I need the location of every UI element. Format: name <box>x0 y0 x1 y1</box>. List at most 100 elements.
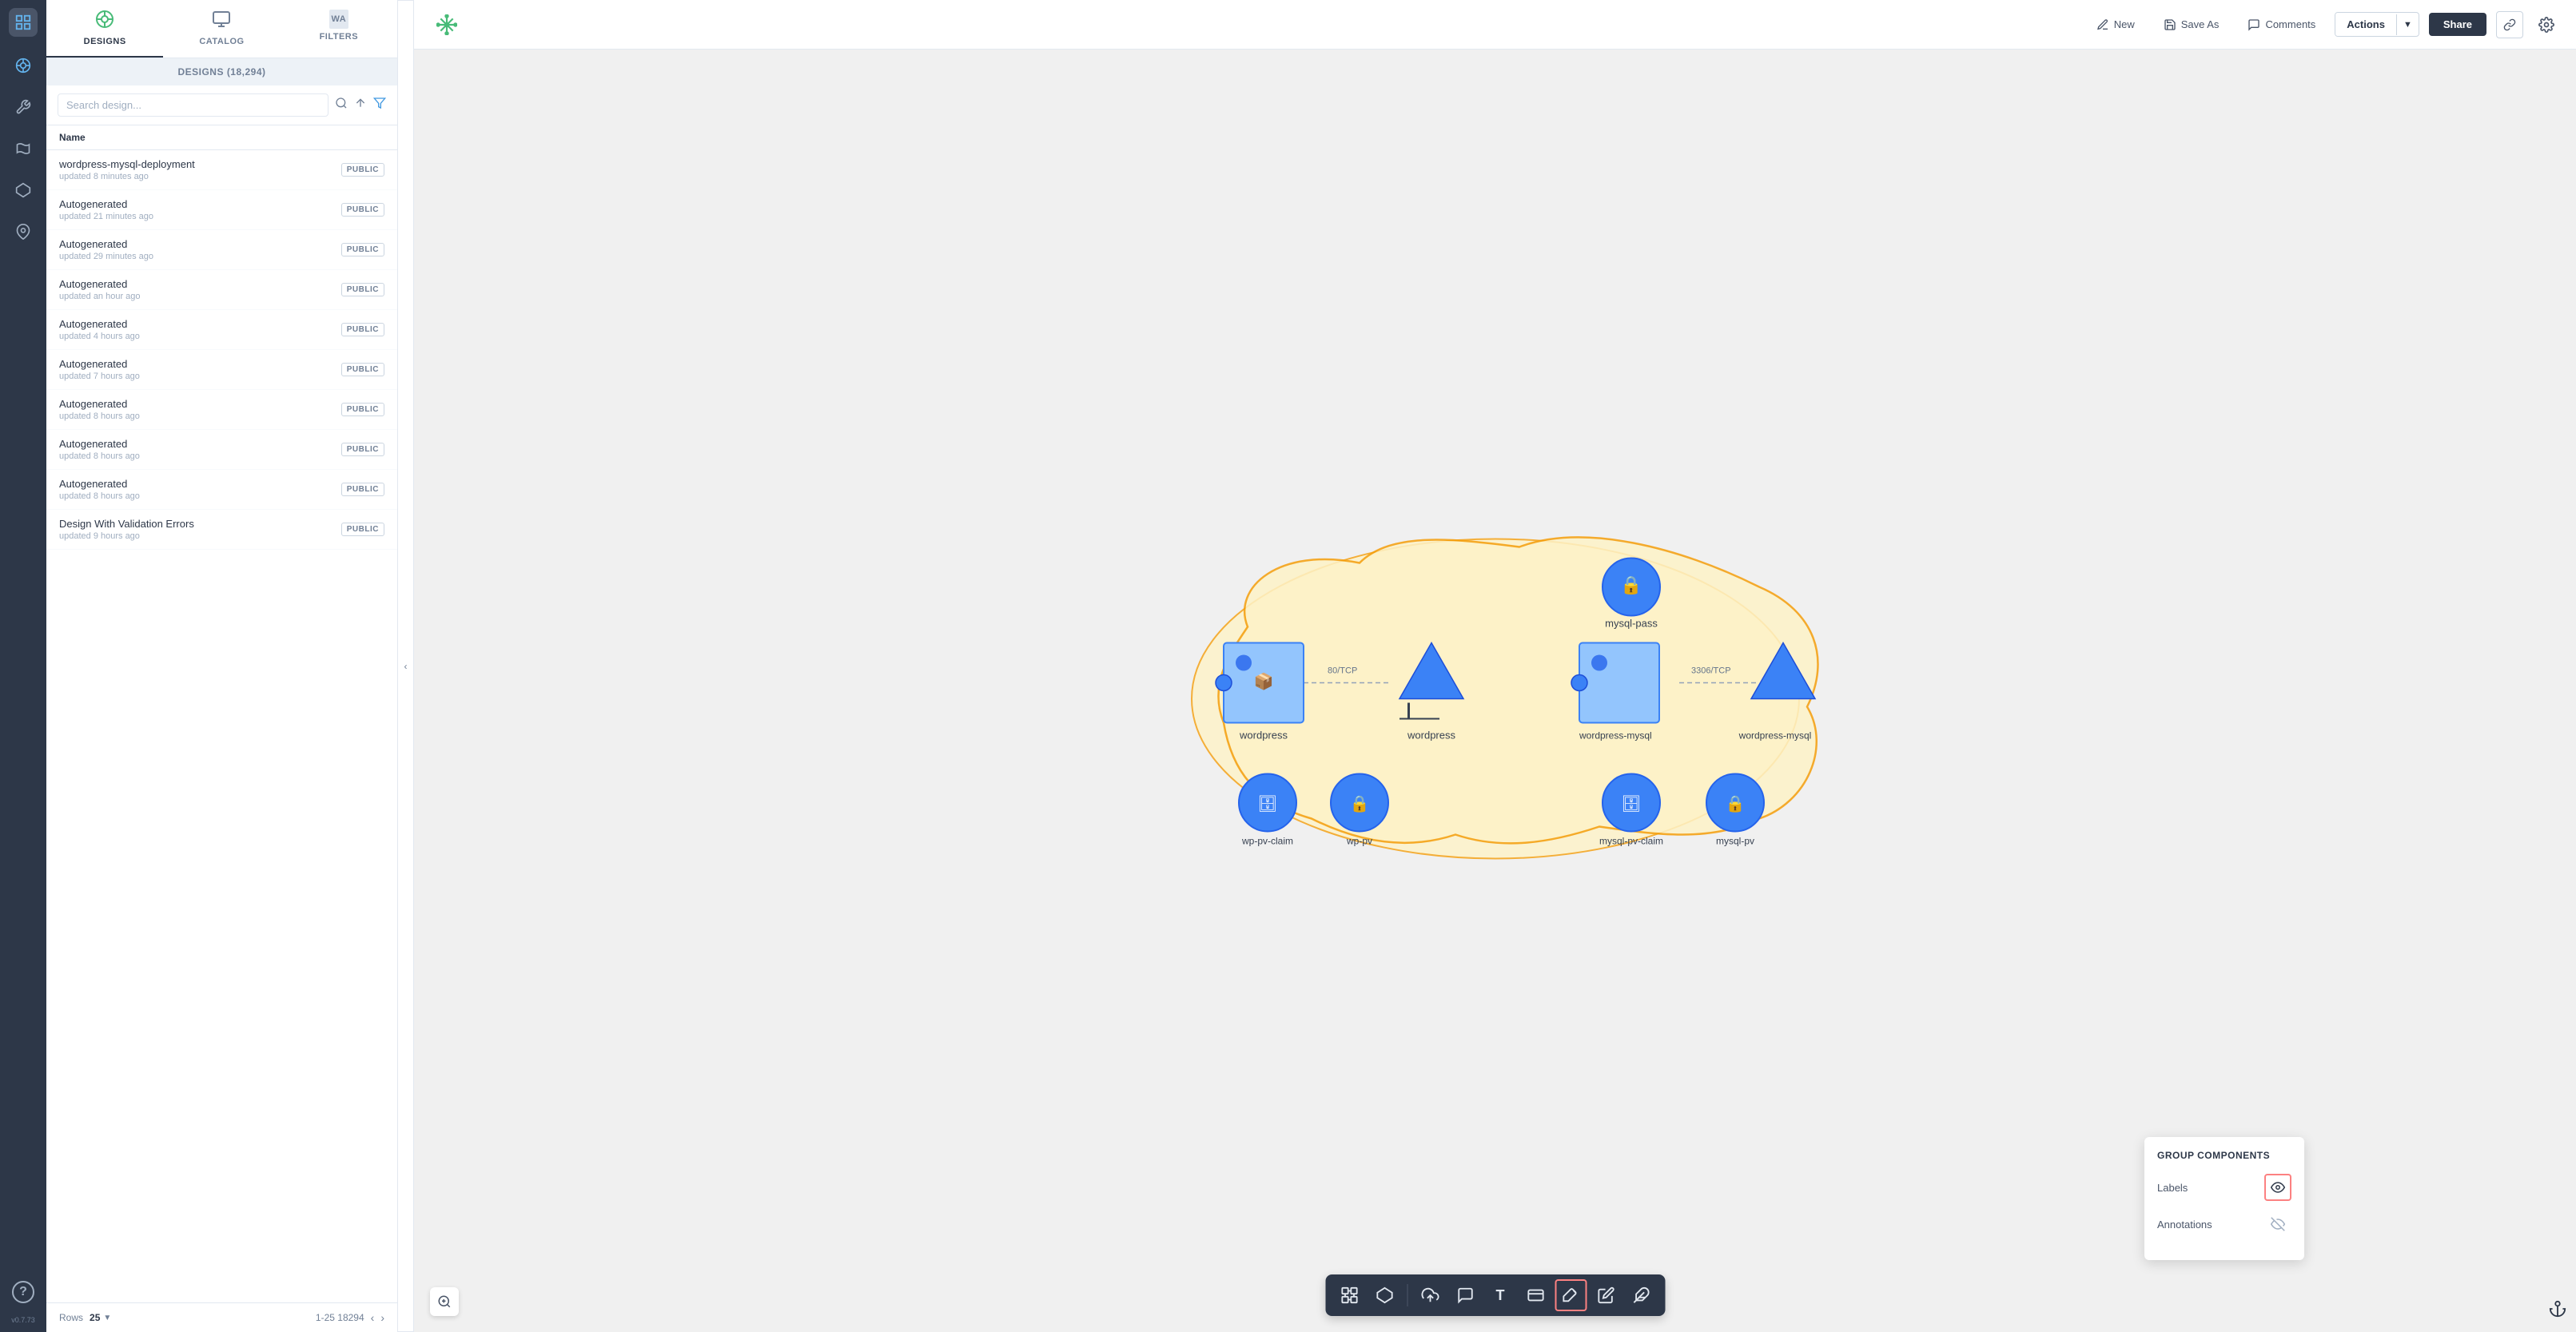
svg-text:🔒: 🔒 <box>1349 796 1369 813</box>
design-name: Autogenerated <box>59 438 140 450</box>
settings-button[interactable] <box>2533 11 2560 38</box>
svg-text:wordpress-mysql: wordpress-mysql <box>1579 730 1652 742</box>
main-area: New Save As Comments Actions ▼ Share <box>414 0 2576 1332</box>
nav-integrations[interactable] <box>10 177 36 203</box>
design-time: updated 7 hours ago <box>59 372 140 381</box>
node-mysql-pass[interactable]: 🔒 mysql-pass <box>1603 559 1660 630</box>
svg-text:wordpress-mysql: wordpress-mysql <box>1738 730 1811 742</box>
design-badge: PUBLIC <box>341 523 384 536</box>
text-tool-btn[interactable]: T <box>1484 1279 1516 1311</box>
card-tool-btn[interactable] <box>1519 1279 1551 1311</box>
sort-icon[interactable] <box>354 97 367 113</box>
save-as-label: Save As <box>2181 18 2220 30</box>
design-name: Autogenerated <box>59 398 140 410</box>
pagination-prev[interactable]: ‹ <box>371 1311 375 1324</box>
svg-text:80/TCP: 80/TCP <box>1328 666 1357 676</box>
list-item[interactable]: Autogenerated updated 7 hours ago PUBLIC <box>46 350 397 390</box>
search-input[interactable] <box>58 93 328 117</box>
nav-help[interactable]: ? <box>12 1281 34 1303</box>
catalog-tab-icon <box>212 10 231 34</box>
annotations-label: Annotations <box>2157 1219 2212 1231</box>
search-icon[interactable] <box>335 97 348 113</box>
panel-footer: Rows 25 ▼ 1-25 18294 ‹ › <box>46 1302 397 1332</box>
design-badge: PUBLIC <box>341 163 384 177</box>
pen-tool-btn[interactable] <box>1625 1279 1657 1311</box>
design-badge: PUBLIC <box>341 363 384 376</box>
edit-tool-btn[interactable] <box>1590 1279 1622 1311</box>
design-name: Autogenerated <box>59 238 153 250</box>
actions-main-button[interactable]: Actions <box>2335 13 2396 36</box>
filter-icon[interactable] <box>373 97 386 113</box>
list-item[interactable]: wordpress-mysql-deployment updated 8 min… <box>46 150 397 190</box>
design-name: Autogenerated <box>59 318 140 330</box>
top-toolbar: New Save As Comments Actions ▼ Share <box>414 0 2576 50</box>
group-panel-labels-row: Labels <box>2157 1174 2291 1201</box>
svg-text:wp-pv: wp-pv <box>1345 836 1372 847</box>
nav-location[interactable] <box>10 219 36 245</box>
logo[interactable] <box>9 8 38 37</box>
new-button[interactable]: New <box>2087 13 2144 37</box>
list-item[interactable]: Autogenerated updated 8 hours ago PUBLIC <box>46 470 397 510</box>
tab-catalog[interactable]: CATALOG <box>163 0 280 58</box>
link-button[interactable] <box>2496 11 2523 38</box>
pagination-range: 1-25 18294 <box>316 1312 364 1323</box>
search-bar <box>46 85 397 125</box>
node-wp-pv-claim[interactable]: 🗄 wp-pv-claim <box>1239 774 1296 847</box>
share-button[interactable]: Share <box>2429 13 2486 36</box>
list-item[interactable]: Autogenerated updated 21 minutes ago PUB… <box>46 190 397 230</box>
list-item[interactable]: Design With Validation Errors updated 9 … <box>46 510 397 550</box>
rows-select[interactable]: Rows 25 ▼ <box>59 1312 111 1323</box>
node-mysql-pv[interactable]: 🔒 mysql-pv <box>1706 774 1764 847</box>
diagram-svg: 80/TCP 3306/TCP 📦 wordpress w <box>1136 50 1855 1332</box>
nav-draw[interactable] <box>10 136 36 161</box>
left-sidebar: ? v0.7.73 <box>0 0 46 1332</box>
tab-catalog-label: CATALOG <box>199 37 244 46</box>
labels-visibility-button[interactable] <box>2264 1174 2291 1201</box>
style-tool-btn[interactable] <box>1555 1279 1587 1311</box>
design-name: Design With Validation Errors <box>59 518 194 530</box>
design-badge: PUBLIC <box>341 443 384 456</box>
design-badge: PUBLIC <box>341 283 384 296</box>
name-column-header: Name <box>46 125 397 150</box>
nav-tools[interactable] <box>10 94 36 120</box>
design-name: Autogenerated <box>59 278 141 290</box>
svg-text:wordpress: wordpress <box>1407 730 1455 742</box>
svg-text:wp-pv-claim: wp-pv-claim <box>1240 836 1292 847</box>
version-label: v0.7.73 <box>11 1316 35 1324</box>
comments-button[interactable]: Comments <box>2238 13 2325 37</box>
snowflake-button[interactable] <box>430 11 464 38</box>
upload-tool-btn[interactable] <box>1414 1279 1446 1311</box>
list-item[interactable]: Autogenerated updated 29 minutes ago PUB… <box>46 230 397 270</box>
design-list: wordpress-mysql-deployment updated 8 min… <box>46 150 397 1302</box>
svg-text:mysql-pv: mysql-pv <box>1715 836 1754 847</box>
rows-dropdown-icon[interactable]: ▼ <box>103 1314 111 1322</box>
list-item[interactable]: Autogenerated updated 4 hours ago PUBLIC <box>46 310 397 350</box>
list-item[interactable]: Autogenerated updated 8 hours ago PUBLIC <box>46 430 397 470</box>
panel-collapse-toggle[interactable]: ‹ <box>398 0 414 1332</box>
canvas-area[interactable]: 80/TCP 3306/TCP 📦 wordpress w <box>414 50 2576 1332</box>
nav-designs[interactable] <box>10 53 36 78</box>
group-panel-title: GROUP COMPONENTS <box>2157 1150 2291 1161</box>
designs-header: DESIGNS (18,294) <box>46 58 397 85</box>
anchor-button[interactable] <box>2549 1300 2566 1322</box>
zoom-control[interactable] <box>430 1287 459 1316</box>
design-name: Autogenerated <box>59 358 140 370</box>
comments-label: Comments <box>2265 18 2315 30</box>
design-time: updated an hour ago <box>59 292 141 301</box>
actions-button-group: Actions ▼ <box>2335 12 2419 37</box>
save-as-button[interactable]: Save As <box>2154 13 2229 37</box>
tab-filters[interactable]: WA FILTERS <box>281 0 397 58</box>
hex-tool-btn[interactable] <box>1368 1279 1400 1311</box>
annotations-visibility-button[interactable] <box>2264 1211 2291 1238</box>
list-item[interactable]: Autogenerated updated 8 hours ago PUBLIC <box>46 390 397 430</box>
node-mysql-pv-claim[interactable]: 🗄 mysql-pv-claim <box>1599 774 1662 847</box>
panel-tabs: DESIGNS CATALOG WA FILTERS <box>46 0 397 58</box>
node-connect-btn[interactable] <box>1333 1279 1365 1311</box>
list-item[interactable]: Autogenerated updated an hour ago PUBLIC <box>46 270 397 310</box>
tab-designs[interactable]: DESIGNS <box>46 0 163 58</box>
actions-dropdown-button[interactable]: ▼ <box>2396 14 2419 35</box>
svg-text:mysql-pv-claim: mysql-pv-claim <box>1599 836 1662 847</box>
tab-designs-label: DESIGNS <box>84 37 126 46</box>
comment-tool-btn[interactable] <box>1449 1279 1481 1311</box>
pagination-next[interactable]: › <box>380 1311 384 1324</box>
